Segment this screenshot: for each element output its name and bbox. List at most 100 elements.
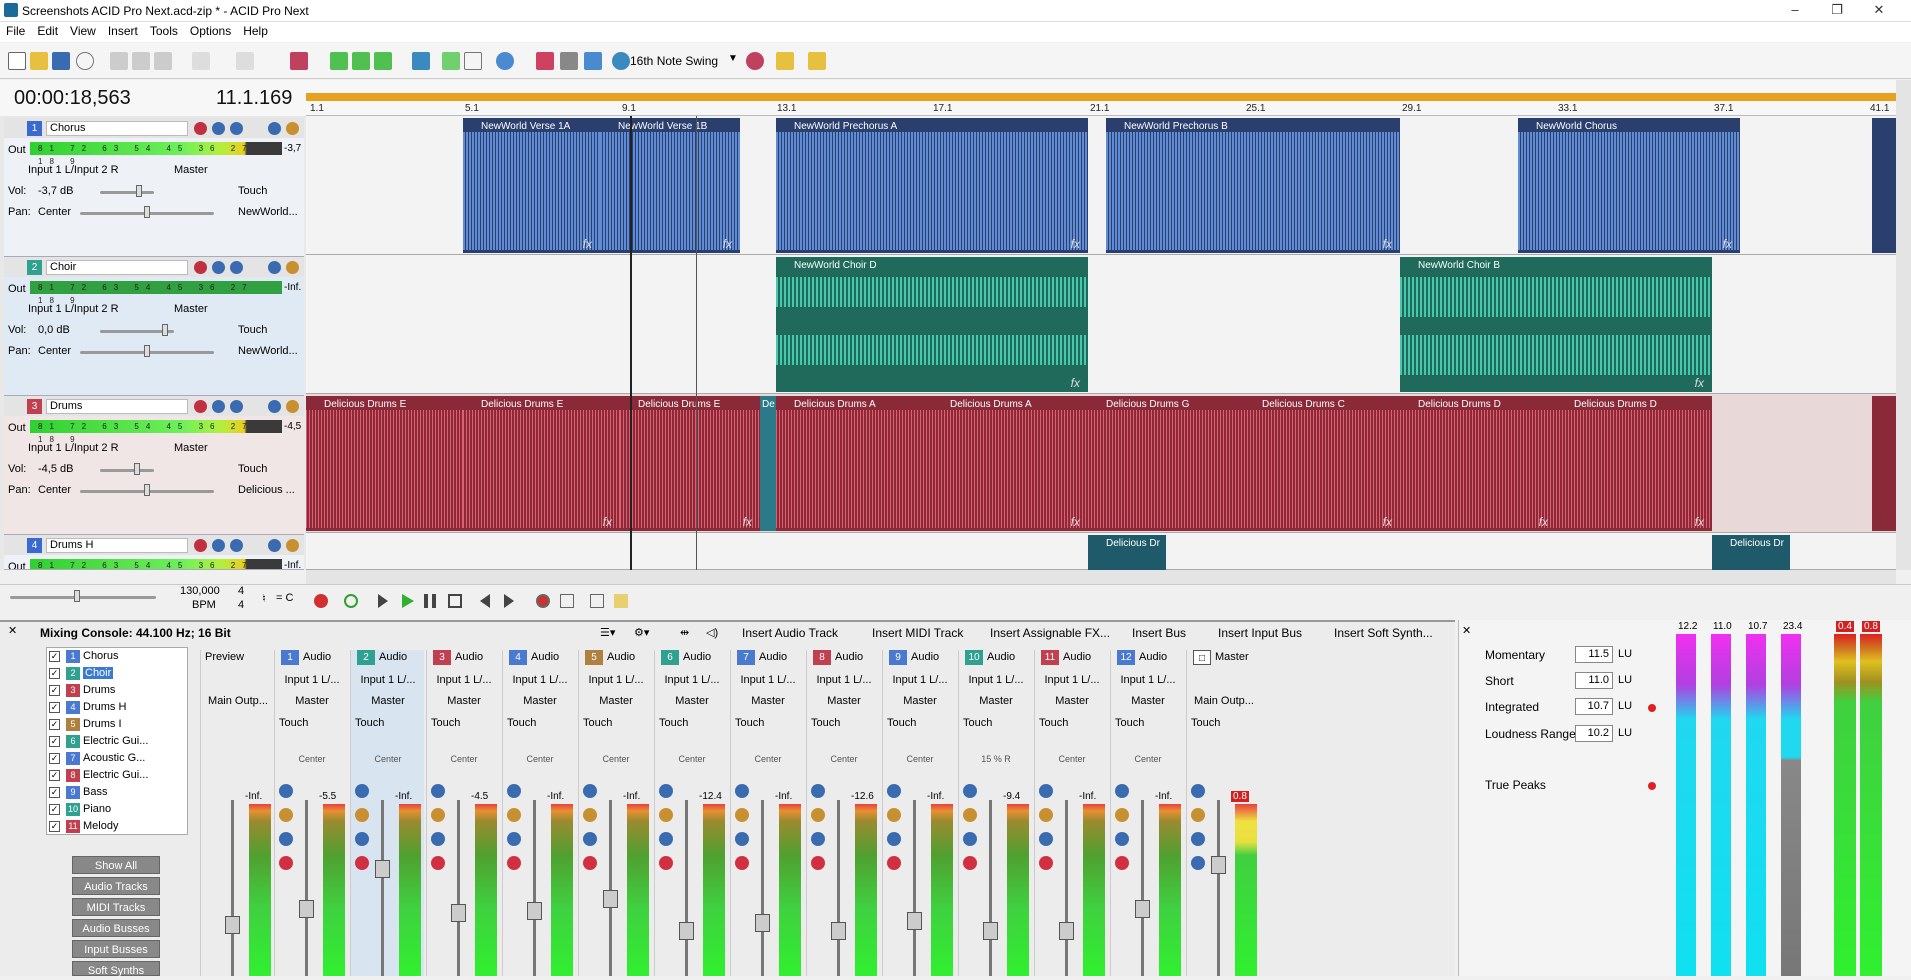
strip-output[interactable]: Master bbox=[429, 695, 499, 707]
insert-assignable-fx-button[interactable]: Insert Assignable FX... bbox=[990, 626, 1110, 640]
track-drums-h[interactable]: 4 Drums H Out 81 72 63 54 45 36 27 18 9 … bbox=[4, 535, 304, 570]
audio-clip[interactable]: Delicious Drums A bbox=[776, 396, 932, 531]
audio-clip[interactable]: NewWorld Choir Dfx bbox=[776, 257, 1088, 392]
vertical-scrollbar[interactable] bbox=[1896, 80, 1911, 570]
metronome-toggle-icon[interactable] bbox=[590, 594, 604, 608]
playhead-cursor[interactable] bbox=[630, 116, 632, 570]
record-arm-icon[interactable] bbox=[507, 856, 521, 870]
automation-icon[interactable] bbox=[268, 261, 281, 274]
track-name[interactable]: Drums bbox=[46, 399, 188, 414]
audio-clip[interactable]: Delicious Drums Efx bbox=[620, 396, 760, 531]
strip-pan[interactable]: Center bbox=[733, 754, 803, 764]
fader-knob[interactable] bbox=[1135, 900, 1150, 918]
fx-knob-icon[interactable] bbox=[355, 784, 369, 798]
send-icon[interactable] bbox=[963, 808, 977, 822]
list-item[interactable]: ✓ 9 Bass bbox=[49, 785, 179, 801]
strip-automation[interactable]: Touch bbox=[811, 717, 840, 729]
list-item[interactable]: ✓ 6 Electric Gui... bbox=[49, 734, 179, 750]
strip-output[interactable]: Master bbox=[733, 695, 803, 707]
volume-knob[interactable] bbox=[136, 185, 142, 197]
record-arm-icon[interactable] bbox=[194, 261, 207, 274]
strip-pan[interactable]: Center bbox=[657, 754, 727, 764]
strip-input[interactable]: Input 1 L/... bbox=[885, 674, 955, 686]
select-tool-icon[interactable] bbox=[464, 52, 482, 70]
automation-icon[interactable] bbox=[268, 400, 281, 413]
volume-slider[interactable] bbox=[100, 191, 154, 194]
send-icon[interactable] bbox=[431, 808, 445, 822]
record-arm-icon[interactable] bbox=[194, 400, 207, 413]
fader-knob[interactable] bbox=[755, 914, 770, 932]
audio-clip[interactable]: NewWorld Verse 1A fx bbox=[463, 118, 600, 253]
automation-icon[interactable] bbox=[735, 832, 749, 846]
strip-input[interactable]: Input 1 L/... bbox=[505, 674, 575, 686]
track-drums[interactable]: 3 Drums Out 81 72 63 54 45 36 27 18 9 -4… bbox=[4, 396, 304, 535]
fx-knob-icon[interactable] bbox=[811, 784, 825, 798]
strip-input[interactable]: Input 1 L/... bbox=[277, 674, 347, 686]
audio-clip[interactable]: Delicious Drums E bbox=[306, 396, 463, 531]
strip-input[interactable]: Input 1 L/... bbox=[1037, 674, 1107, 686]
midi-tracks-button[interactable]: MIDI Tracks bbox=[72, 898, 160, 916]
strip-output[interactable]: Master bbox=[581, 695, 651, 707]
audio-clip[interactable]: Delicious Drums Dfx bbox=[1556, 396, 1712, 531]
zoom-tool-icon[interactable] bbox=[560, 52, 578, 70]
mono-icon[interactable] bbox=[1191, 856, 1205, 870]
output-select[interactable]: Master bbox=[174, 303, 208, 315]
list-item[interactable]: ✓ 10 Piano bbox=[49, 802, 179, 818]
checkbox[interactable]: ✓ bbox=[49, 821, 60, 832]
checkbox[interactable]: ✓ bbox=[49, 651, 60, 662]
strip-pan[interactable]: Center bbox=[809, 754, 879, 764]
new-file-icon[interactable] bbox=[8, 52, 26, 70]
automation-mode[interactable]: Touch bbox=[238, 463, 267, 475]
audio-clip[interactable]: Delicious Drums Afx bbox=[932, 396, 1088, 531]
automation-icon[interactable] bbox=[279, 832, 293, 846]
send-icon[interactable] bbox=[735, 808, 749, 822]
play-icon[interactable] bbox=[402, 594, 414, 608]
marker-icon[interactable] bbox=[290, 52, 308, 70]
strip-pan[interactable]: Center bbox=[429, 754, 499, 764]
pan-knob[interactable] bbox=[144, 206, 150, 218]
reset-indicator[interactable] bbox=[1648, 704, 1656, 712]
show-all-button[interactable]: Show All bbox=[72, 856, 160, 874]
audio-clip[interactable] bbox=[1872, 396, 1896, 531]
menu-options[interactable]: Options bbox=[184, 22, 237, 40]
record-arm-icon[interactable] bbox=[431, 856, 445, 870]
loop-icon[interactable] bbox=[352, 52, 370, 70]
volume-knob[interactable] bbox=[162, 324, 168, 336]
checkbox[interactable]: ✓ bbox=[49, 770, 60, 781]
go-to-start-icon[interactable] bbox=[480, 594, 490, 608]
fader-knob[interactable] bbox=[299, 900, 314, 918]
audio-clip[interactable]: NewWorld Chorus fx bbox=[1518, 118, 1740, 253]
fx-knob-icon[interactable] bbox=[279, 784, 293, 798]
input-select[interactable]: Input 1 L/Input 2 R bbox=[28, 442, 119, 454]
audio-clip[interactable]: Delicious Drums G bbox=[1088, 396, 1244, 531]
checkbox[interactable]: ✓ bbox=[49, 685, 60, 696]
loop-playback-icon[interactable] bbox=[344, 594, 358, 608]
strip-automation[interactable]: Touch bbox=[963, 717, 992, 729]
narrow-strips-icon[interactable]: ⇹ bbox=[680, 626, 689, 639]
properties-icon[interactable] bbox=[76, 52, 94, 70]
play-from-start-icon[interactable] bbox=[378, 594, 388, 608]
automation-icon[interactable] bbox=[507, 832, 521, 846]
save-icon[interactable] bbox=[52, 52, 70, 70]
tempo-value[interactable]: 130,000 bbox=[180, 585, 220, 597]
record-arm-icon[interactable] bbox=[194, 122, 207, 135]
strip-pan[interactable]: Center bbox=[353, 754, 423, 764]
insert-audio-track-button[interactable]: Insert Audio Track bbox=[742, 626, 838, 640]
solo-icon[interactable] bbox=[286, 400, 299, 413]
strip-automation[interactable]: Touch bbox=[1115, 717, 1144, 729]
send-icon[interactable] bbox=[1039, 808, 1053, 822]
send-icon[interactable] bbox=[1115, 808, 1129, 822]
strip-automation[interactable]: Touch bbox=[735, 717, 764, 729]
output-select[interactable]: Master bbox=[174, 164, 208, 176]
fx-icon[interactable] bbox=[230, 539, 243, 552]
audio-clip[interactable]: Delicious Dr bbox=[1712, 535, 1790, 570]
speaker-icon[interactable]: ◁) bbox=[706, 626, 718, 639]
checkbox[interactable]: ✓ bbox=[49, 753, 60, 764]
track-name[interactable]: Drums H bbox=[46, 538, 188, 553]
strip-pan[interactable]: 15 % R bbox=[961, 754, 1031, 764]
fx-knob-icon[interactable] bbox=[1191, 784, 1205, 798]
send-icon[interactable] bbox=[279, 808, 293, 822]
strip-automation[interactable]: Touch bbox=[279, 717, 308, 729]
record-arm-icon[interactable] bbox=[659, 856, 673, 870]
record-arm-icon[interactable] bbox=[1115, 856, 1129, 870]
